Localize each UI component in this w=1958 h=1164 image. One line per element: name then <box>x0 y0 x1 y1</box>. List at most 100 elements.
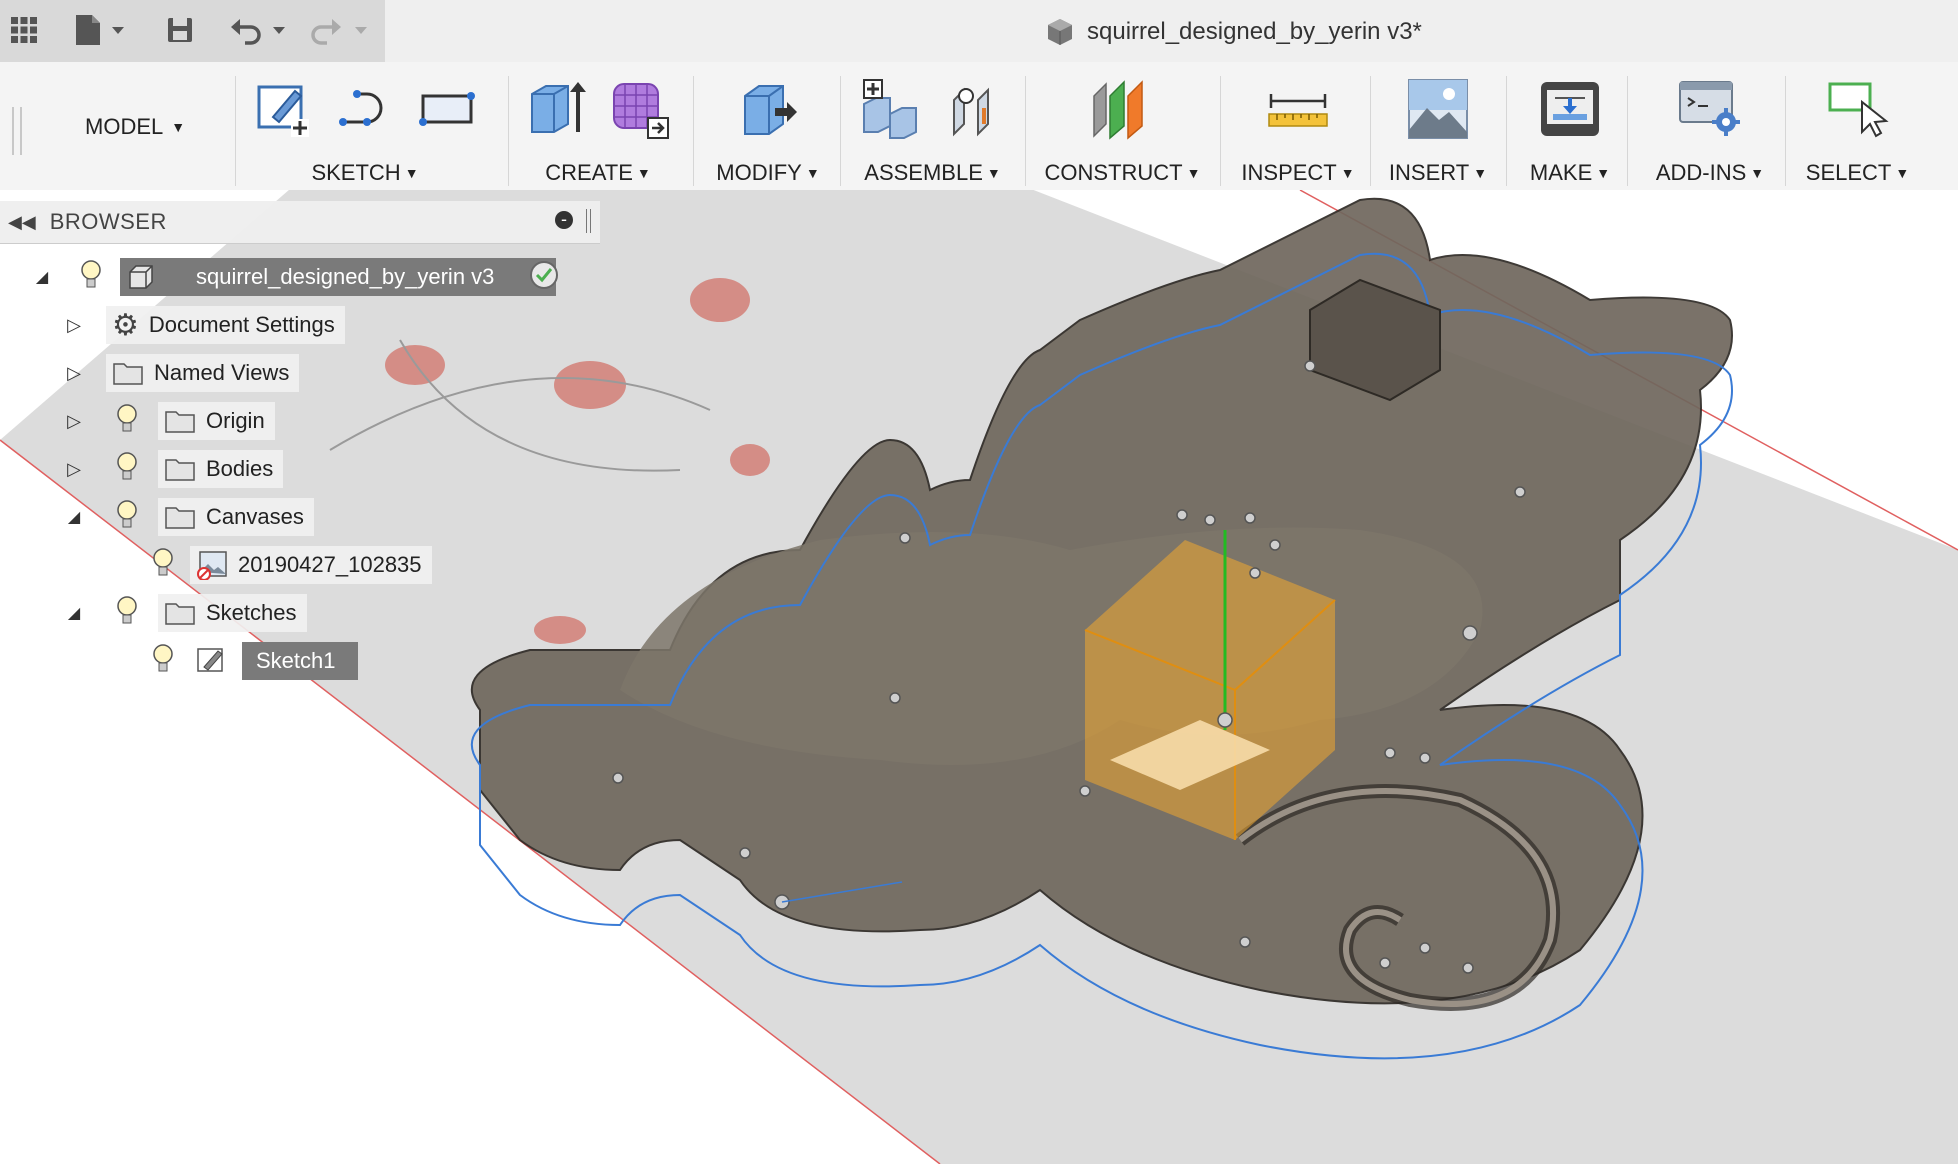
new-component-icon[interactable] <box>860 78 922 140</box>
chevron-down-icon: ▼ <box>1186 165 1201 181</box>
item-label: Document Settings <box>148 312 335 337</box>
modify-group: MODIFY ▼ <box>703 74 833 192</box>
joint-icon[interactable] <box>944 78 1006 140</box>
redo-button[interactable] <box>305 10 375 50</box>
visibility-bulb-icon[interactable] <box>114 450 140 489</box>
visibility-bulb-icon[interactable] <box>114 498 140 537</box>
chevron-down-icon: ▼ <box>1340 165 1355 181</box>
browser-title: BROWSER <box>49 209 167 234</box>
file-menu-button[interactable] <box>70 10 134 50</box>
scripts-icon[interactable] <box>1678 78 1742 140</box>
add-ins-group: ADD-INS ▼ <box>1635 74 1785 192</box>
press-pull-icon[interactable] <box>737 78 799 140</box>
document-title: squirrel_designed_by_yerin v3* <box>1087 18 1422 45</box>
file-icon <box>76 15 124 45</box>
item-label: Bodies <box>206 456 274 481</box>
expand-triangle-icon[interactable]: ▷ <box>64 411 84 432</box>
visibility-bulb-icon[interactable] <box>150 642 176 681</box>
visibility-bulb-icon[interactable] <box>150 546 176 585</box>
assemble-group: ASSEMBLE ▼ <box>850 74 1015 192</box>
item-label: Named Views <box>154 360 290 385</box>
collapse-panel-icon[interactable]: ◀◀ <box>8 212 36 233</box>
make-menu[interactable]: MAKE <box>1530 160 1592 185</box>
form-icon[interactable] <box>608 78 670 140</box>
gear-icon: ⚙ <box>112 308 139 342</box>
sketch-group: SKETCH ▼ <box>245 74 485 192</box>
grid-icon[interactable] <box>6 10 42 50</box>
undo-icon <box>231 19 285 45</box>
toolbar-grip[interactable] <box>12 107 22 155</box>
folder-icon <box>165 507 195 529</box>
component-box-icon <box>129 265 153 289</box>
browser-header: ◀◀ BROWSER - <box>0 201 600 244</box>
chevron-down-icon: ▼ <box>636 165 651 181</box>
chevron-down-icon: ▼ <box>1750 165 1765 181</box>
chevron-down-icon: ▼ <box>1473 165 1488 181</box>
select-icon[interactable] <box>1826 78 1890 140</box>
create-menu[interactable]: CREATE <box>545 160 633 185</box>
document-title-area: squirrel_designed_by_yerin v3* <box>1045 12 1422 52</box>
expand-triangle-icon[interactable]: ◢ <box>64 603 84 623</box>
make-group: MAKE ▼ <box>1515 74 1625 192</box>
modify-menu[interactable]: MODIFY <box>716 160 802 185</box>
insert-group: INSERT ▼ <box>1378 74 1498 192</box>
assemble-menu[interactable]: ASSEMBLE <box>864 160 983 185</box>
chevron-down-icon: ▼ <box>1596 165 1611 181</box>
item-label: Sketches <box>206 600 297 625</box>
inspect-menu[interactable]: INSPECT <box>1241 160 1336 185</box>
sketch-icon <box>197 648 223 672</box>
canvas-image-icon <box>197 551 227 580</box>
expand-triangle-icon[interactable]: ▷ <box>64 315 84 336</box>
line-arc-icon[interactable] <box>335 84 395 134</box>
construct-menu[interactable]: CONSTRUCT <box>1045 160 1183 185</box>
select-menu[interactable]: SELECT <box>1806 160 1892 185</box>
root-label: squirrel_designed_by_yerin v3 <box>196 264 495 289</box>
workspace-label: MODEL <box>85 114 164 139</box>
workspace-switcher[interactable]: MODEL ▼ <box>85 114 185 140</box>
undo-button[interactable] <box>225 10 295 50</box>
folder-icon <box>165 603 195 625</box>
title-bar: squirrel_designed_by_yerin v3* <box>0 0 1958 62</box>
visibility-bulb-icon[interactable] <box>114 402 140 441</box>
chevron-down-icon: ▼ <box>986 165 1001 181</box>
add-ins-menu[interactable]: ADD-INS <box>1656 160 1746 185</box>
sketch-menu[interactable]: SKETCH <box>311 160 400 185</box>
item-label: Canvases <box>206 504 304 529</box>
3d-print-icon[interactable] <box>1539 78 1601 140</box>
item-label: 20190427_102835 <box>238 552 422 577</box>
select-group: SELECT ▼ <box>1795 74 1920 192</box>
item-label: Origin <box>206 408 265 433</box>
insert-menu[interactable]: INSERT <box>1389 160 1469 185</box>
chevron-down-icon: ▼ <box>1895 165 1910 181</box>
chevron-down-icon: ▼ <box>404 165 419 181</box>
inspect-group: INSPECT ▼ <box>1228 74 1368 192</box>
visibility-bulb-icon[interactable] <box>78 258 104 297</box>
offset-plane-icon[interactable] <box>1088 78 1158 140</box>
insert-canvas-icon[interactable] <box>1407 78 1469 140</box>
measure-icon[interactable] <box>1267 84 1329 134</box>
chevron-down-icon: ▼ <box>805 165 820 181</box>
quick-access-toolbar <box>0 0 385 62</box>
expand-triangle-icon[interactable]: ◢ <box>64 507 84 527</box>
expand-triangle-icon[interactable]: ◢ <box>32 267 52 287</box>
create-group: CREATE ▼ <box>518 74 678 192</box>
extrude-icon[interactable] <box>526 78 586 140</box>
create-sketch-icon[interactable] <box>253 79 313 139</box>
construct-group: CONSTRUCT ▼ <box>1035 74 1210 192</box>
expand-triangle-icon[interactable]: ▷ <box>64 459 84 480</box>
rectangle-icon[interactable] <box>417 84 477 134</box>
save-icon[interactable] <box>160 10 200 50</box>
redo-icon <box>311 19 367 45</box>
component-icon <box>1048 19 1072 45</box>
visibility-bulb-icon[interactable] <box>114 594 140 633</box>
expand-triangle-icon[interactable]: ▷ <box>64 363 84 384</box>
folder-icon <box>165 411 195 433</box>
active-check-icon[interactable] <box>530 261 558 289</box>
item-label: Sketch1 <box>256 648 336 673</box>
minus-circle-icon[interactable]: - <box>555 210 573 229</box>
folder-icon <box>165 459 195 481</box>
pin-grip-icon[interactable] <box>586 209 591 233</box>
ribbon-toolbar: MODEL ▼ SKETCH ▼ CREATE ▼ MODIFY ▼ ASSEM… <box>0 62 1958 191</box>
browser-panel: ◀◀ BROWSER - ◢ squirrel_designed_by_yeri… <box>0 195 600 685</box>
folder-icon <box>113 363 143 385</box>
